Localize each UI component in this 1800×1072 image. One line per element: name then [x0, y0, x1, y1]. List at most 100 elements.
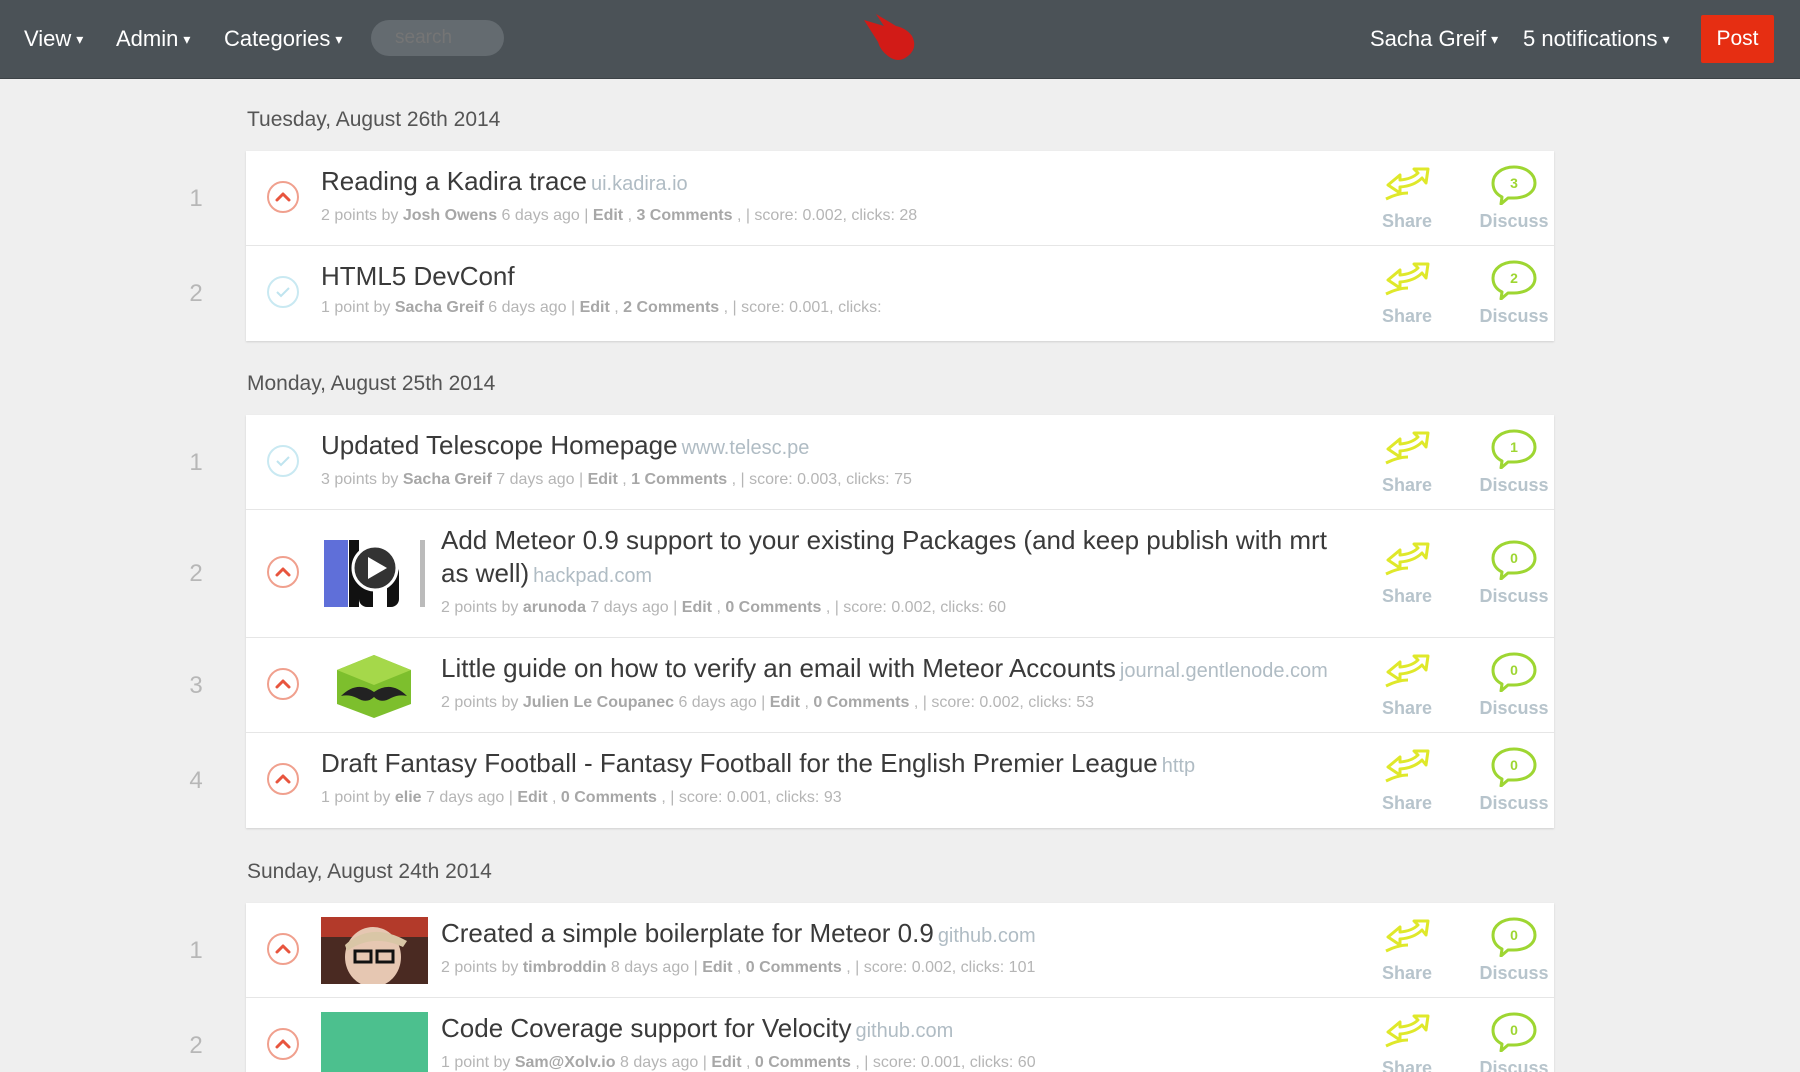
post-domain[interactable]: ui.kadira.io — [591, 173, 688, 195]
discuss-button[interactable]: 2 Discuss — [1474, 258, 1554, 327]
author-link[interactable]: elie — [395, 789, 422, 806]
post-meta: 1 point by Sacha Greif 6 days ago | Edit… — [321, 298, 882, 316]
discuss-button[interactable]: 0 Discuss — [1474, 745, 1554, 814]
share-label: Share — [1381, 474, 1433, 495]
post-domain[interactable]: github.com — [938, 925, 1036, 947]
share-button[interactable]: Share — [1367, 427, 1447, 496]
comments-link[interactable]: 0 Comments — [746, 959, 842, 976]
post-title-line: Add Meteor 0.9 support to your existing … — [441, 524, 1334, 593]
upvote-button[interactable] — [267, 932, 299, 965]
post-domain[interactable]: www.telesc.pe — [682, 437, 810, 459]
user-menu-label: Sacha Greif — [1370, 26, 1487, 51]
author-link[interactable]: Josh Owens — [403, 207, 497, 224]
green-thumbnail[interactable] — [321, 1011, 428, 1072]
comment-count: 2 — [1510, 270, 1518, 286]
discuss-button[interactable]: 0 Discuss — [1474, 538, 1554, 607]
telescope-logo[interactable] — [862, 12, 918, 64]
avatar-photo[interactable] — [321, 916, 428, 984]
share-button[interactable]: Share — [1367, 1010, 1447, 1072]
voted-check-button[interactable] — [267, 444, 299, 477]
comments-link[interactable]: 2 Comments — [623, 299, 719, 316]
edit-link[interactable]: Edit — [588, 471, 618, 488]
upvote-button[interactable] — [267, 1027, 299, 1060]
share-button[interactable]: Share — [1367, 163, 1447, 232]
mustache-hexagon-logo[interactable] — [321, 652, 428, 719]
voted-check-button[interactable] — [267, 275, 299, 308]
comments-link[interactable]: 1 Comments — [631, 471, 727, 488]
search-input[interactable] — [371, 20, 504, 56]
comment-bubble-icon: 0 — [1491, 917, 1537, 957]
post-rank: 1 — [189, 936, 203, 964]
author-link[interactable]: Sam@Xolv.io — [515, 1054, 616, 1071]
post-domain[interactable]: http — [1162, 755, 1195, 777]
edit-link[interactable]: Edit — [770, 694, 800, 711]
categories-menu-label: Categories — [224, 26, 331, 51]
share-button[interactable]: Share — [1367, 745, 1447, 814]
hackpad-video-thumbnail[interactable] — [321, 540, 428, 607]
upvote-button[interactable] — [267, 762, 299, 795]
post-domain[interactable]: hackpad.com — [533, 565, 652, 587]
post-title-link[interactable]: Reading a Kadira trace — [321, 166, 587, 196]
admin-menu[interactable]: Admin ▾ — [116, 24, 190, 54]
author-link[interactable]: Sacha Greif — [395, 299, 484, 316]
chevron-down-icon: ▾ — [335, 31, 343, 47]
discuss-button[interactable]: 0 Discuss — [1474, 915, 1554, 984]
comment-count: 0 — [1510, 550, 1518, 566]
edit-link[interactable]: Edit — [711, 1054, 741, 1071]
discuss-button[interactable]: 1 Discuss — [1474, 427, 1554, 496]
time-ago: 8 days ago — [610, 958, 690, 976]
discuss-label: Discuss — [1479, 1057, 1549, 1072]
author-link[interactable]: timbroddin — [523, 959, 607, 976]
comments-link[interactable]: 0 Comments — [561, 789, 657, 806]
share-button[interactable]: Share — [1367, 915, 1447, 984]
day-card: 1 Reading a Kadira trace ui.kadira.io 2 poi… — [189, 151, 1554, 341]
comments-link[interactable]: 0 Comments — [813, 694, 909, 711]
comment-count: 1 — [1510, 439, 1518, 455]
share-button[interactable]: Share — [1367, 258, 1447, 327]
notifications-menu[interactable]: 5 notifications ▾ — [1523, 24, 1670, 54]
post-item: 4 Draft Fantasy Football - Fantasy Footba… — [189, 733, 1554, 828]
post-title-link[interactable]: HTML5 DevConf — [321, 261, 515, 291]
edit-link[interactable]: Edit — [517, 789, 547, 806]
post-title-link[interactable]: Created a simple boilerplate for Meteor … — [441, 918, 934, 948]
share-button[interactable]: Share — [1367, 650, 1447, 719]
view-menu[interactable]: View ▾ — [24, 24, 83, 54]
post-domain[interactable]: github.com — [855, 1020, 953, 1042]
author-link[interactable]: Julien Le Coupanec — [523, 694, 674, 711]
share-arrows-icon — [1385, 654, 1430, 687]
post-button[interactable]: Post — [1701, 15, 1774, 63]
upvote-button[interactable] — [267, 556, 299, 588]
edit-link[interactable]: Edit — [702, 959, 732, 976]
comments-link[interactable]: 0 Comments — [755, 1054, 851, 1071]
discuss-button[interactable]: 3 Discuss — [1474, 163, 1554, 232]
discuss-button[interactable]: 0 Discuss — [1474, 1010, 1554, 1072]
share-label: Share — [1381, 962, 1433, 983]
score-stats: | score: 0.002, clicks: 60 — [834, 599, 1007, 616]
date-heading: Tuesday, August 26th 2014 — [247, 108, 501, 131]
upvote-button[interactable] — [267, 180, 299, 213]
comments-link[interactable]: 0 Comments — [725, 599, 821, 616]
points-text: 2 points by — [441, 958, 519, 976]
discuss-label: Discuss — [1479, 474, 1549, 495]
post-title-link[interactable]: Little guide on how to verify an email w… — [441, 653, 1116, 683]
edit-link[interactable]: Edit — [593, 207, 623, 224]
discuss-button[interactable]: 0 Discuss — [1474, 650, 1554, 719]
discuss-label: Discuss — [1479, 210, 1549, 231]
author-link[interactable]: arunoda — [523, 599, 586, 616]
comment-bubble-icon: 0 — [1491, 1012, 1537, 1052]
comments-link[interactable]: 3 Comments — [636, 207, 732, 224]
author-link[interactable]: Sacha Greif — [403, 471, 492, 488]
post-title-link[interactable]: Updated Telescope Homepage — [321, 430, 678, 460]
post-title-link[interactable]: Code Coverage support for Velocity — [441, 1013, 851, 1043]
upvote-button[interactable] — [267, 667, 299, 700]
edit-link[interactable]: Edit — [580, 299, 610, 316]
edit-link[interactable]: Edit — [682, 599, 712, 616]
post-domain[interactable]: journal.gentlenode.com — [1120, 660, 1328, 682]
categories-menu[interactable]: Categories ▾ — [224, 24, 342, 54]
share-label: Share — [1381, 697, 1433, 718]
score-stats: | score: 0.001, clicks: — [732, 298, 882, 316]
post-meta: 2 points by Josh Owens 6 days ago | Edit… — [321, 206, 918, 224]
share-button[interactable]: Share — [1367, 538, 1447, 607]
user-menu[interactable]: Sacha Greif ▾ — [1370, 24, 1498, 54]
post-title-link[interactable]: Draft Fantasy Football - Fantasy Footbal… — [321, 748, 1158, 778]
